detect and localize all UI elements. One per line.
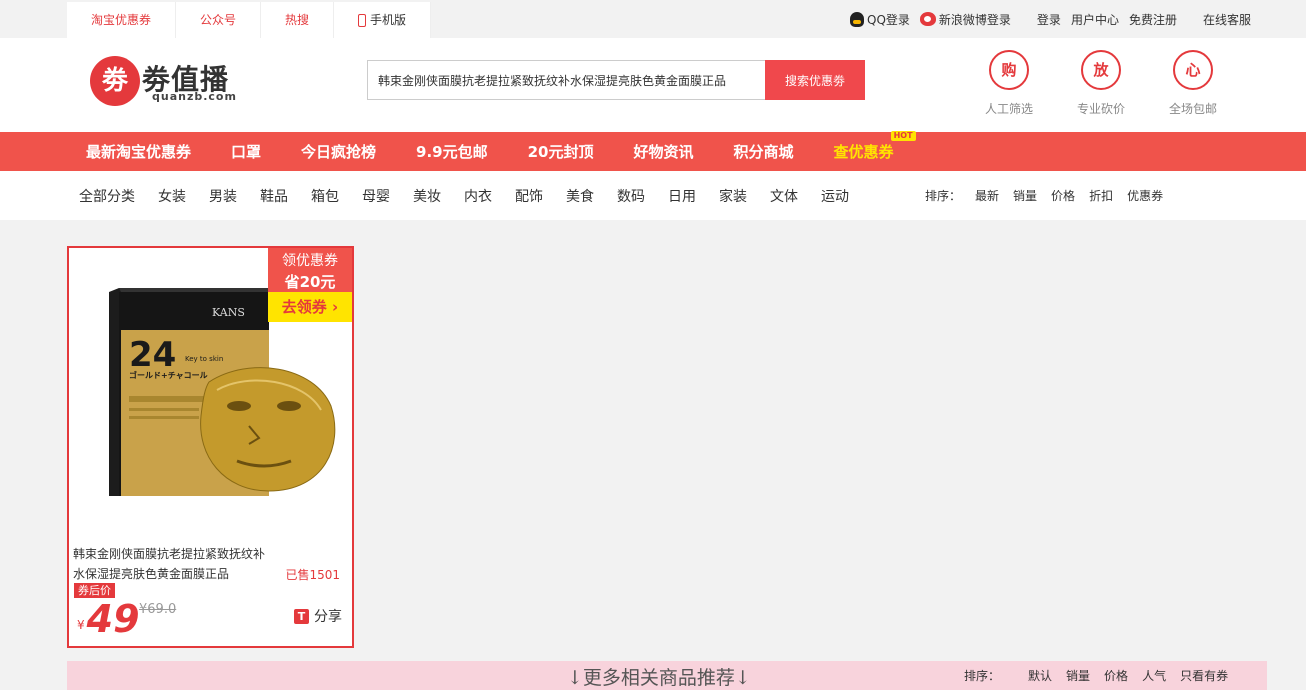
category-accessories[interactable]: 配饰 — [515, 186, 543, 206]
box-number: 24 — [129, 335, 176, 375]
hot-badge: HOT — [890, 131, 916, 141]
price-value: 49 — [86, 597, 140, 641]
top-links: QQ登录 新浪微博登录 登录 用户中心 免费注册 在线客服 — [850, 0, 1251, 38]
category-men[interactable]: 男装 — [209, 186, 237, 206]
top-bar: 淘宝优惠券 公众号 热搜 手机版 QQ登录 新浪微博登录 登录 用户中心 免费注… — [0, 0, 1306, 38]
sort-label: 排序： — [925, 189, 962, 203]
currency-symbol: ¥ — [77, 618, 85, 632]
more-title: ↓更多相关商品推荐↓ — [567, 667, 751, 689]
category-list: 全部分类 女装 男装 鞋品 箱包 母婴 美妆 内衣 配饰 美食 数码 日用 家装… — [79, 171, 872, 220]
feature-list: 购 人工筛选 放 专业砍价 心 全场包邮 — [978, 50, 1224, 117]
chevron-right-icon: › — [332, 298, 339, 316]
tab-mobile[interactable]: 手机版 — [334, 2, 432, 38]
feature-manual-select: 购 人工筛选 — [978, 50, 1040, 117]
sold-count: 已售1501 — [285, 568, 340, 582]
more-recommendations-bar: ↓更多相关商品推荐↓ 排序： 默认 销量 价格 人气 只看有券 — [67, 661, 1267, 690]
customer-service-link[interactable]: 在线客服 — [1203, 11, 1251, 28]
original-price: ¥69.0 — [139, 602, 177, 617]
product-card[interactable]: KANS 24 Key to skin ゴールド+チャコール 领优惠券 省20元… — [67, 246, 354, 648]
tab-official-account[interactable]: 公众号 — [176, 2, 262, 38]
nav-9-9-free-shipping[interactable]: 9.9元包邮 — [416, 141, 488, 162]
nav-masks[interactable]: 口罩 — [231, 141, 261, 162]
nav-points-mall[interactable]: 积分商城 — [734, 141, 794, 162]
feature-label: 人工筛选 — [984, 102, 1033, 116]
header: 劵 劵值播 quanzb.com 搜索优惠劵 购 人工筛选 放 专业砍价 心 全… — [0, 38, 1306, 132]
coupon-amount: 省20元 — [268, 272, 352, 292]
coupon-label: 领优惠券 — [268, 248, 352, 272]
more-sort-bar: 排序： 默认 销量 价格 人气 只看有券 — [964, 661, 1228, 690]
category-stationery[interactable]: 文体 — [770, 186, 798, 206]
more-sort-price[interactable]: 价格 — [1104, 667, 1128, 684]
category-all[interactable]: 全部分类 — [79, 186, 135, 206]
sort-price[interactable]: 价格 — [1051, 187, 1075, 204]
category-digital[interactable]: 数码 — [617, 186, 645, 206]
sort-discount[interactable]: 折扣 — [1089, 187, 1113, 204]
coupon-ribbon[interactable]: 领优惠券 省20元 去领券 › — [268, 248, 352, 322]
register-link[interactable]: 免费注册 — [1129, 11, 1177, 28]
top-tabs: 淘宝优惠券 公众号 热搜 手机版 — [67, 2, 432, 38]
category-shoes[interactable]: 鞋品 — [260, 186, 288, 206]
product-title[interactable]: 韩束金刚侠面膜抗老提拉紧致抚纹补水保湿提亮肤色黄金面膜正品 — [73, 544, 273, 584]
weibo-login-link[interactable]: 新浪微博登录 — [919, 11, 1011, 28]
user-center-link[interactable]: 用户中心 — [1071, 11, 1119, 28]
box-tag: Key to skin — [185, 355, 223, 363]
nav-latest-coupons[interactable]: 最新淘宝优惠券 — [86, 141, 191, 162]
box-jp-text: ゴールド+チャコール — [129, 370, 208, 380]
heart-icon: 心 — [1173, 50, 1213, 90]
category-beauty[interactable]: 美妆 — [413, 186, 441, 206]
search-button[interactable]: 搜索优惠劵 — [765, 60, 865, 100]
tab-hot-search[interactable]: 热搜 — [261, 2, 335, 38]
feature-free-shipping: 心 全场包邮 — [1162, 50, 1224, 117]
buy-icon: 购 — [989, 50, 1029, 90]
search-input[interactable] — [368, 61, 765, 99]
more-sort-popularity[interactable]: 人气 — [1142, 667, 1166, 684]
category-baby[interactable]: 母婴 — [362, 186, 390, 206]
search-box: 搜索优惠劵 — [367, 60, 865, 100]
nav-20-cap[interactable]: 20元封顶 — [528, 141, 594, 162]
login-link[interactable]: 登录 — [1037, 11, 1061, 28]
box-brand: KANS — [212, 306, 245, 319]
category-women[interactable]: 女装 — [158, 186, 186, 206]
nav-check-coupons[interactable]: 查优惠券 HOT — [834, 131, 916, 162]
more-sort-sales[interactable]: 销量 — [1066, 667, 1090, 684]
more-sort-with-coupon[interactable]: 只看有券 — [1180, 667, 1228, 684]
category-food[interactable]: 美食 — [566, 186, 594, 206]
nav-today-hot[interactable]: 今日疯抢榜 — [301, 141, 376, 162]
more-sort-default[interactable]: 默认 — [1028, 667, 1052, 684]
category-daily[interactable]: 日用 — [668, 186, 696, 206]
sort-sales[interactable]: 销量 — [1013, 187, 1037, 204]
category-home[interactable]: 家装 — [719, 186, 747, 206]
sort-coupon[interactable]: 优惠券 — [1127, 187, 1163, 204]
weibo-icon — [919, 12, 936, 26]
qq-icon — [850, 11, 864, 27]
category-underwear[interactable]: 内衣 — [464, 186, 492, 206]
price-tag: 券后价 — [74, 583, 115, 598]
feature-bargain: 放 专业砍价 — [1070, 50, 1132, 117]
category-bags[interactable]: 箱包 — [311, 186, 339, 206]
site-logo[interactable]: 劵 劵值播 quanzb.com — [90, 54, 250, 110]
release-icon: 放 — [1081, 50, 1121, 90]
feature-label: 全场包邮 — [1168, 102, 1217, 116]
tab-coupons[interactable]: 淘宝优惠券 — [67, 2, 177, 38]
logo-badge: 劵 — [90, 56, 140, 106]
category-sports[interactable]: 运动 — [821, 186, 849, 206]
feature-label: 专业砍价 — [1076, 102, 1125, 116]
category-bar: 全部分类 女装 男装 鞋品 箱包 母婴 美妆 内衣 配饰 美食 数码 日用 家装… — [0, 171, 1306, 220]
get-coupon-button[interactable]: 去领券 › — [268, 292, 352, 322]
sort-bar: 排序： 最新 销量 价格 折扣 优惠券 — [925, 171, 1163, 220]
sort-newest[interactable]: 最新 — [975, 187, 999, 204]
more-sort-label: 排序： — [964, 669, 1001, 683]
coupon-price: ¥ 49 — [77, 598, 140, 640]
nav-good-news[interactable]: 好物资讯 — [634, 141, 694, 162]
logo-domain: quanzb.com — [152, 90, 237, 103]
share-label: 分享 — [314, 609, 342, 625]
phone-icon — [358, 13, 367, 27]
qq-login-link[interactable]: QQ登录 — [850, 11, 910, 28]
main-nav: 最新淘宝优惠券 口罩 今日疯抢榜 9.9元包邮 20元封顶 好物资讯 积分商城 … — [0, 131, 1306, 171]
tmall-icon: T — [294, 608, 309, 624]
share-button[interactable]: T 分享 — [294, 606, 342, 626]
